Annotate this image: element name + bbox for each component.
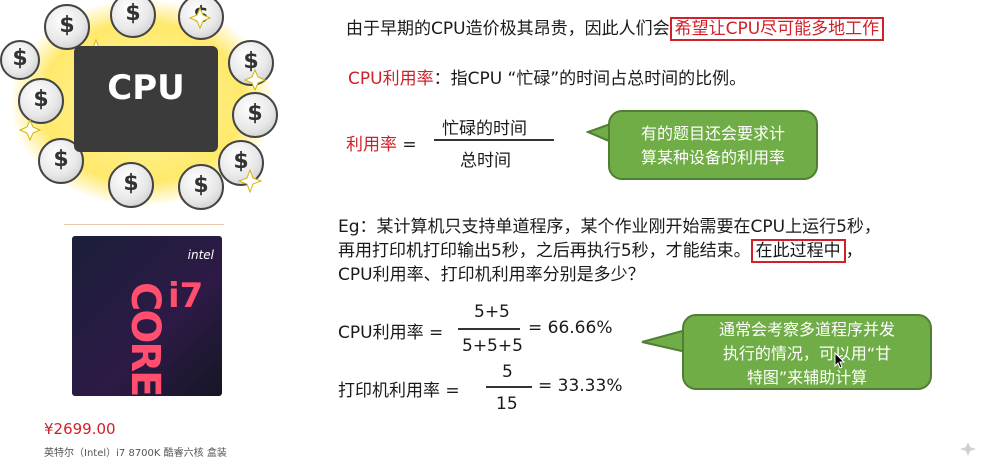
definition-text: 指CPU “忙碌”的时间占总时间的比例。 [450,69,747,89]
cpu-chip-icon: CPU [74,46,218,152]
box-model: i7 [168,276,204,316]
calc-printer-result: = 33.33% [538,376,623,396]
sparkle-corner-icon [960,442,976,456]
calc-cpu-numerator: 5+5 [474,302,510,322]
formula-fraction-bar [434,139,554,141]
example-highlight: 在此过程中 [750,239,846,263]
callout-device-utilization: 有的题目还会要求计 算某种设备的利用率 [608,110,818,180]
formula-denominator: 总时间 [460,151,511,171]
intro-prefix: 由于早期的CPU造价极其昂贵，因此人们会 [346,19,670,39]
cpu-chip-label: CPU [107,68,185,108]
intro-line: 由于早期的CPU造价极其昂贵，因此人们会 希望让CPU尽可能多地工作 [346,14,885,41]
definition-line: CPU利用率：指CPU “忙碌”的时间占总时间的比例。 [348,64,746,89]
calc-printer-denominator: 15 [496,394,518,414]
calc-printer-label: 打印机利用率 = [338,381,460,401]
calc-printer-fraction-bar [486,386,532,388]
divider [64,224,224,225]
formula-numerator: 忙碌的时间 [442,119,527,139]
intro-highlight: 希望让CPU尽可能多地工作 [669,17,885,41]
example-line-3: CPU利用率、打印机利用率分别是多少？ [338,265,645,285]
calc-cpu-label: CPU利用率 = [338,323,444,343]
definition-colon: ： [433,69,451,89]
callout-gantt-hint: 通常会考察多道程序并发 执行的情况，可以用“甘 特图”来辅助计算 [682,314,932,390]
calc-printer-numerator: 5 [502,362,513,382]
example-line-2: 再用打印机打印输出5秒，之后再执行5秒，才能结束。 在此过程中， [338,239,863,263]
example-line-1: Eg：某计算机只支持单道程序，某个作业刚开始需要在CPU上运行5秒， [338,217,881,237]
calc-cpu-result: = 66.66% [528,318,613,338]
product-box-image: intel CORE i7 [72,236,222,396]
callout2-pointer [641,328,686,354]
mouse-cursor-icon [834,352,846,369]
formula-label: 利用率 = [346,135,417,155]
intel-logo: intel [187,248,214,262]
definition-term: CPU利用率 [348,69,434,89]
product-price: ¥2699.00 [44,420,116,438]
calc-cpu-denominator: 5+5+5 [462,336,523,356]
box-core-word: CORE [122,282,168,396]
calc-cpu-fraction-bar [458,328,520,330]
